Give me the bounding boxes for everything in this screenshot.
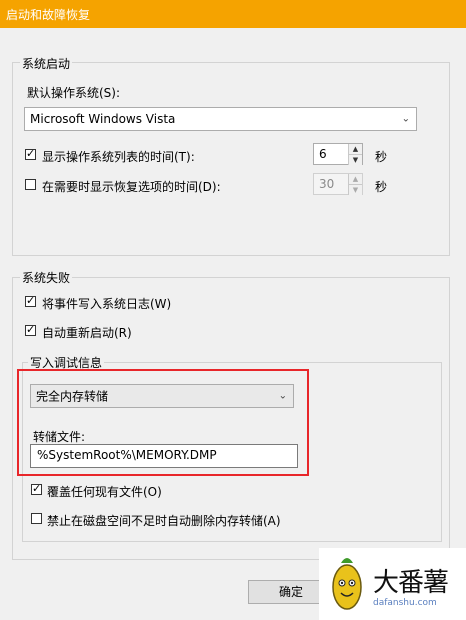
system-startup-legend: 系统启动 [20,55,73,72]
spin-down-icon[interactable]: ▼ [348,155,362,165]
watermark: 大番薯 dafanshu.com [319,548,466,620]
auto-restart-checkbox[interactable]: ✓ [25,323,36,336]
overwrite-checkbox[interactable]: ✓ [31,482,42,495]
write-event-checkbox[interactable]: ✓ [25,294,36,307]
checkmark-icon: ✓ [26,323,36,336]
disable-auto-delete-label: 禁止在磁盘空间不足时自动删除内存转储(A) [47,514,281,528]
checkmark-icon: ✓ [32,482,42,495]
watermark-text: 大番薯 [373,568,449,598]
show-list-label: 显示操作系统列表的时间(T): [42,150,195,164]
show-list-checkbox[interactable]: ✓ [25,147,36,160]
show-list-unit: 秒 [375,150,388,164]
overwrite-label: 覆盖任何现有文件(O) [47,485,162,499]
show-list-value: 6 [319,147,327,161]
auto-restart-label: 自动重新启动(R) [42,326,132,340]
show-recovery-value: 30 [319,177,335,191]
title-bar: 启动和故障恢复 [0,0,466,28]
spin-up-icon: ▲ [348,174,362,185]
system-failure-legend: 系统失败 [20,269,73,286]
checkmark-icon: ✓ [26,294,36,307]
highlight-box [17,369,309,476]
watermark-url: dafanshu.com [373,598,437,608]
spin-up-icon[interactable]: ▲ [348,144,362,155]
chevron-down-icon: ⌄ [401,113,410,125]
disable-auto-delete-checkbox[interactable] [31,513,42,524]
show-recovery-checkbox[interactable] [25,179,36,190]
show-list-spinner[interactable]: 6 ▲ ▼ [313,143,363,165]
spin-down-icon: ▼ [348,185,362,195]
checkmark-icon: ✓ [26,147,36,160]
default-os-select[interactable]: Microsoft Windows Vista ⌄ [24,107,417,131]
write-event-label: 将事件写入系统日志(W) [42,297,172,311]
default-os-value: Microsoft Windows Vista [30,112,176,126]
window-title: 启动和故障恢复 [6,8,91,22]
show-recovery-label: 在需要时显示恢复选项的时间(D): [42,180,221,194]
sweet-potato-mascot-icon [332,558,362,610]
default-os-label: 默认操作系统(S): [27,86,121,100]
show-recovery-spinner: 30 ▲ ▼ [313,173,363,195]
show-recovery-unit: 秒 [375,180,388,194]
